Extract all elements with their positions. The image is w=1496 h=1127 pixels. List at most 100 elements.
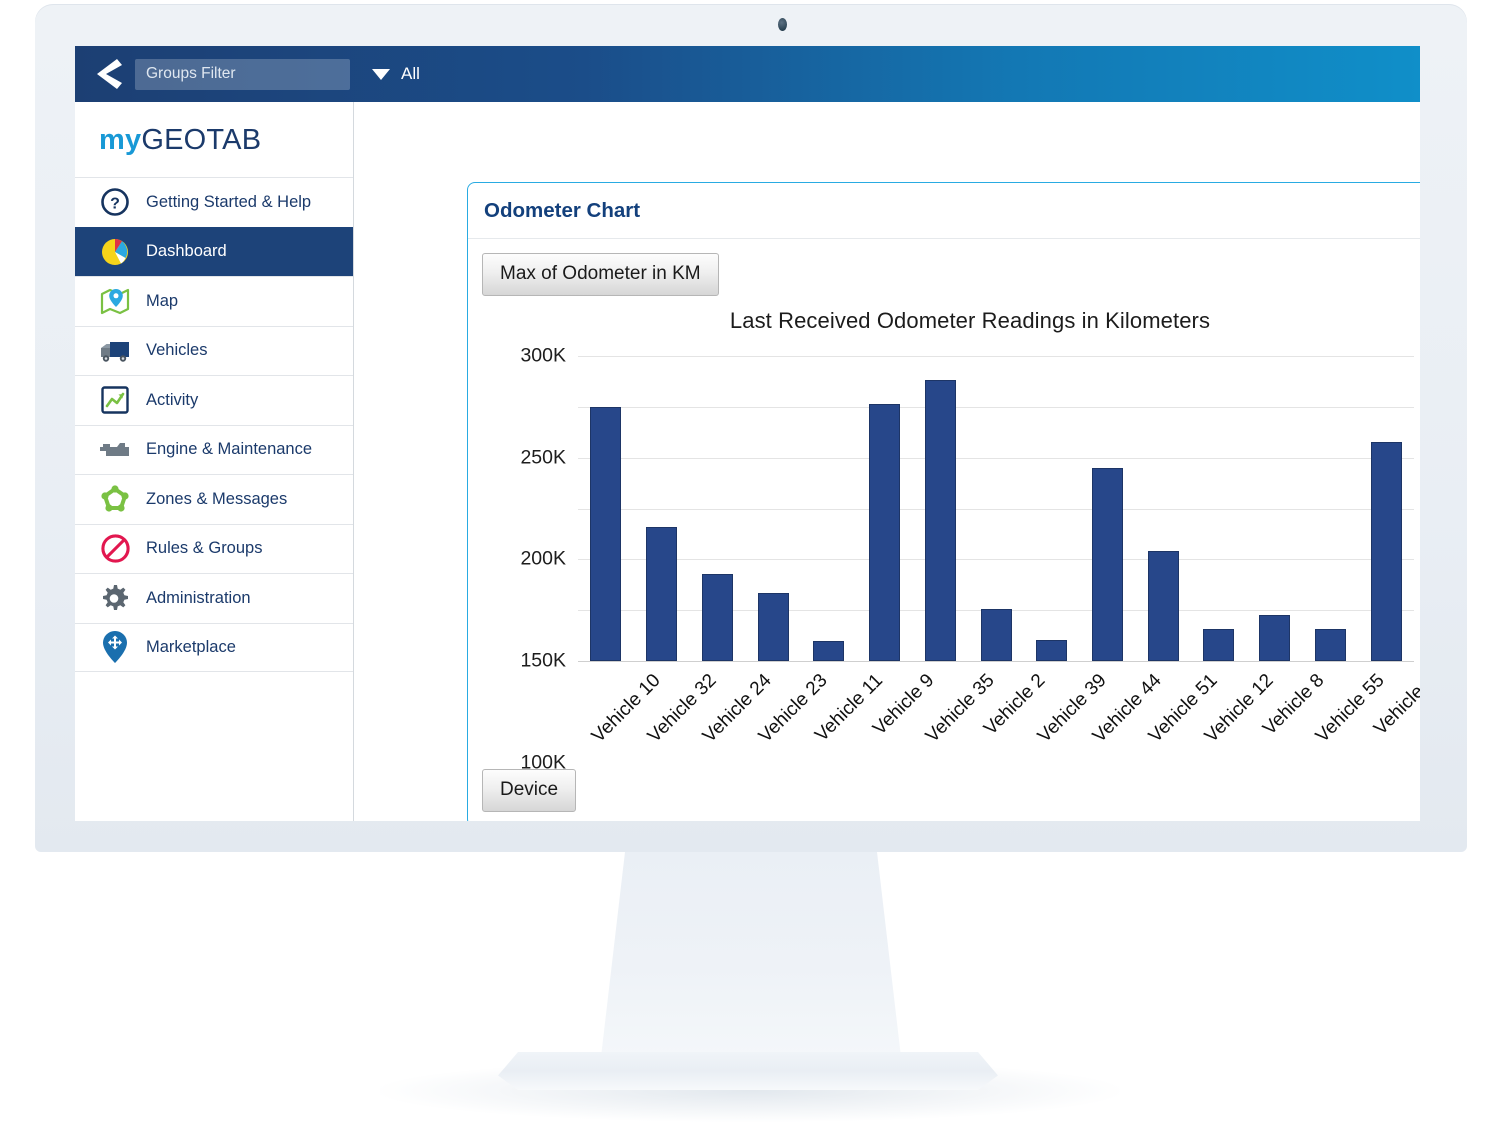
monitor-neck (601, 852, 901, 1057)
x-tick-cell: Vehicle 51 (1135, 664, 1222, 774)
x-tick-cell: Vehicle 12 (1191, 664, 1278, 774)
sidebar-item-map[interactable]: Map (75, 276, 353, 326)
chart-bar[interactable] (1147, 551, 1179, 661)
chart-bar[interactable] (701, 573, 733, 661)
sidebar-item-getting-started[interactable]: ? Getting Started & Help (75, 177, 353, 227)
chart-bar[interactable] (590, 406, 622, 661)
y-tick-label: 150K (520, 649, 566, 672)
app-screen: All myGEOTAB ? Getting Started & Help (75, 46, 1420, 821)
dialog-title: Odometer Chart (484, 198, 641, 222)
chart-bar[interactable] (1259, 615, 1291, 661)
y-tick-label: 200K (520, 547, 566, 570)
chart-bar[interactable] (1203, 629, 1235, 661)
y-tick-label: 300K (520, 344, 566, 367)
bar-cell (1303, 356, 1359, 661)
chart-bar[interactable] (646, 526, 678, 661)
bar-cell (1247, 356, 1303, 661)
dimension-button[interactable]: Device (482, 769, 577, 812)
bar-cell (857, 356, 913, 661)
sidebar-item-label: Rules & Groups (146, 539, 263, 558)
groups-filter-value-label: All (401, 64, 420, 83)
sidebar-item-label: Marketplace (146, 637, 236, 656)
x-tick-cell: Vehicle 24 (689, 664, 776, 774)
x-tick-cell: Vehicle 9 (857, 664, 938, 774)
map-pin-icon (97, 284, 133, 318)
x-tick-label: Vehicle 4 (1370, 670, 1420, 740)
chart-bar[interactable] (869, 403, 901, 661)
screenshot-root: All myGEOTAB ? Getting Started & Help (0, 0, 1496, 1127)
sidebar-item-zones-messages[interactable]: Zones & Messages (75, 474, 353, 524)
x-tick-cell: Vehicle 8 (1247, 664, 1328, 774)
chart-bar[interactable] (924, 380, 956, 661)
dialog-header: Odometer Chart ✖ (468, 183, 1420, 239)
sidebar-item-rules-groups[interactable]: Rules & Groups (75, 523, 353, 574)
x-tick-cell: Vehicle 44 (1080, 664, 1166, 774)
line-chart-icon (97, 383, 133, 417)
content-area: Odometer Chart ✖ Max of Odometer in KM L… (354, 102, 1420, 821)
top-bar: All (75, 46, 1420, 102)
chart-bar[interactable] (980, 609, 1012, 661)
odometer-chart-dialog: Odometer Chart ✖ Max of Odometer in KM L… (467, 182, 1420, 821)
chart-bar[interactable] (813, 640, 845, 661)
sidebar-item-label: Activity (146, 390, 199, 409)
marketplace-pin-icon (97, 630, 133, 664)
chart-bar[interactable] (1091, 467, 1123, 661)
chart-bars (578, 356, 1414, 661)
sidebar-item-label: Zones & Messages (146, 489, 288, 508)
engine-icon (97, 433, 133, 467)
sidebar-item-dashboard[interactable]: Dashboard (75, 226, 353, 276)
no-entry-icon (97, 532, 133, 566)
x-tick-cell: Vehicle 10 (578, 664, 665, 774)
groups-filter-input[interactable] (135, 58, 350, 90)
chart-bar[interactable] (1370, 442, 1402, 661)
monitor-base (498, 1052, 998, 1090)
chart-bar[interactable] (1036, 639, 1068, 661)
sidebar-item-label: Getting Started & Help (146, 192, 312, 211)
x-tick-cell: Vehicle 4 (1358, 664, 1420, 774)
truck-icon (97, 334, 133, 368)
x-tick-cell: Vehicle 11 (801, 664, 887, 774)
chart-title: Last Received Odometer Readings in Kilom… (729, 308, 1211, 333)
chart-dimension-toolbar: Device (482, 769, 577, 812)
sidebar-item-engine-maintenance[interactable]: Engine & Maintenance (75, 424, 353, 475)
zone-polygon-icon (97, 482, 133, 516)
logo-geotab: GEOTAB (141, 124, 262, 156)
bar-cell (1135, 356, 1191, 661)
chart-metric-toolbar: Max of Odometer in KM (468, 239, 1420, 296)
chart-plot-area: 050K100K150K200K250K300K (520, 345, 1414, 773)
x-tick-cell: Vehicle 55 (1303, 664, 1389, 774)
bar-cell (1024, 356, 1080, 661)
chart-x-axis-line (578, 661, 1414, 662)
caret-down-icon[interactable] (372, 68, 390, 80)
sidebar-item-activity[interactable]: Activity (75, 375, 353, 425)
bar-cell (1080, 356, 1136, 661)
metric-button[interactable]: Max of Odometer in KM (482, 253, 719, 296)
bar-cell (634, 356, 690, 661)
chevron-left-icon[interactable] (93, 57, 123, 91)
bar-cell (578, 356, 634, 661)
sidebar-item-label: Administration (146, 588, 251, 607)
x-tick-cell: Vehicle 32 (634, 664, 720, 774)
webcam-icon (778, 18, 787, 31)
bar-cell (745, 356, 801, 661)
logo-my: my (99, 124, 142, 156)
x-tick-cell: Vehicle 35 (912, 664, 999, 774)
sidebar-item-label: Map (146, 291, 179, 310)
x-tick-cell: Vehicle 23 (745, 664, 832, 774)
x-tick-cell: Vehicle 2 (968, 664, 1049, 774)
question-mark-icon: ? (97, 185, 133, 219)
bar-cell (912, 356, 968, 661)
sidebar-item-administration[interactable]: Administration (75, 573, 353, 623)
sidebar-item-marketplace[interactable]: Marketplace (75, 622, 353, 672)
chart-bar[interactable] (1314, 629, 1346, 661)
sidebar-item-vehicles[interactable]: Vehicles (75, 325, 353, 376)
y-tick-label: 250K (520, 446, 566, 469)
sidebar-item-label: Dashboard (146, 242, 227, 261)
bar-cell (1191, 356, 1247, 661)
chart-x-tick-labels: Vehicle 10 Vehicle 32 Vehicle 24 Vehicle 23… (578, 664, 1420, 774)
chart-bar[interactable] (757, 592, 789, 661)
bar-cell (968, 356, 1024, 661)
sidebar-item-label: Engine & Maintenance (146, 440, 313, 459)
x-tick-cell: Vehicle 39 (1024, 664, 1111, 774)
gear-icon (97, 581, 133, 615)
